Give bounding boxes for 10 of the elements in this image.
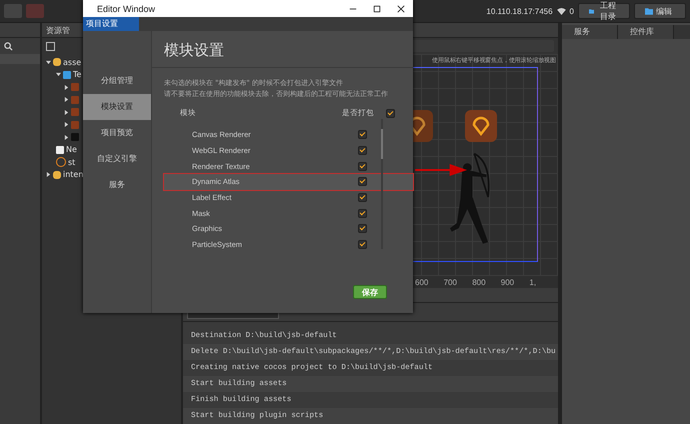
panel-title: 资源管 (46, 24, 70, 36)
window-title: Editor Window (97, 4, 156, 14)
ruler-label: 600 (415, 278, 430, 286)
connection-count: 0 (570, 6, 574, 16)
ruler-label: 800 (472, 278, 487, 286)
ruler-label: 700 (444, 278, 458, 286)
ruler-label: 900 (500, 278, 516, 286)
section-heading: 模块设置 (152, 31, 413, 68)
server-address: 10.110.18.17:7456 (486, 6, 553, 16)
ruler-label: 1, (529, 278, 538, 286)
